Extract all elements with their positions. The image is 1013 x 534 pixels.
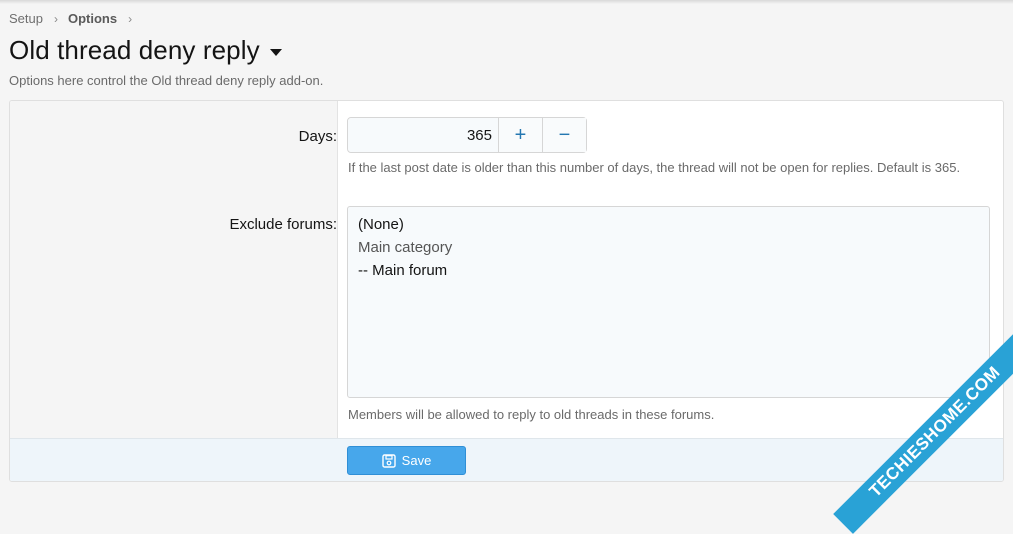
breadcrumb-options[interactable]: Options bbox=[68, 11, 117, 26]
save-icon bbox=[381, 453, 396, 468]
breadcrumb-setup[interactable]: Setup bbox=[9, 11, 43, 26]
option-main-category: Main category bbox=[358, 239, 453, 256]
caret-down-icon[interactable] bbox=[269, 48, 282, 56]
save-button[interactable]: Save bbox=[347, 446, 466, 475]
exclude-forums-hint: Members will be allowed to reply to old … bbox=[348, 407, 715, 422]
minus-icon: − bbox=[558, 123, 571, 146]
days-hint: If the last post date is older than this… bbox=[348, 160, 961, 175]
title-row: Old thread deny reply bbox=[9, 35, 282, 66]
decrement-button[interactable]: − bbox=[542, 118, 586, 152]
days-number-box: + − bbox=[347, 117, 587, 153]
top-shadow bbox=[0, 0, 1013, 4]
days-label: Days: bbox=[298, 128, 337, 145]
exclude-forums-select[interactable]: (None) Main category -- Main forum bbox=[347, 206, 990, 398]
page-title: Old thread deny reply bbox=[9, 35, 260, 65]
chevron-right-icon: › bbox=[53, 11, 58, 26]
chevron-right-icon: › bbox=[128, 11, 133, 26]
increment-button[interactable]: + bbox=[498, 118, 542, 152]
options-form: Days: Exclude forums: + − If the last po… bbox=[9, 100, 1004, 482]
plus-icon: + bbox=[514, 123, 527, 146]
option-main-forum[interactable]: -- Main forum bbox=[358, 259, 979, 282]
save-label: Save bbox=[401, 453, 432, 468]
exclude-forums-label: Exclude forums: bbox=[229, 216, 337, 233]
label-column: Days: Exclude forums: bbox=[10, 101, 338, 438]
option-none[interactable]: (None) bbox=[358, 213, 979, 236]
page-description: Options here control the Old thread deny… bbox=[9, 73, 324, 88]
form-footer: Save bbox=[10, 438, 1003, 481]
breadcrumb: Setup › Options › bbox=[9, 11, 142, 26]
days-input[interactable] bbox=[348, 118, 498, 152]
